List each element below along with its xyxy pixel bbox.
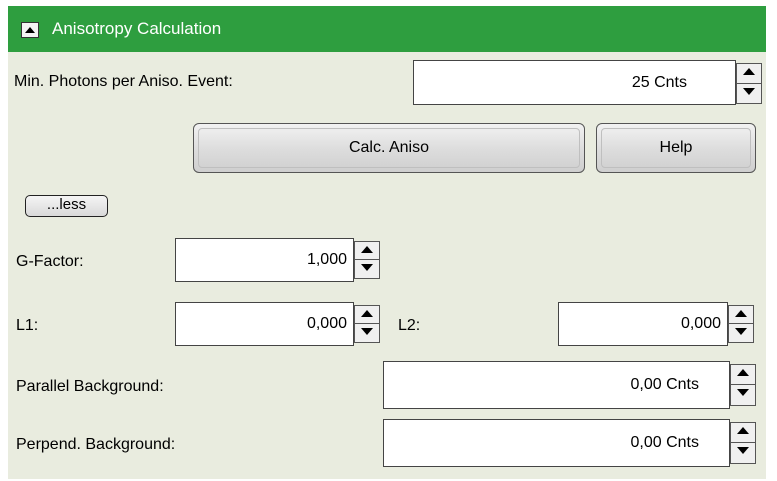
parallel-background-value: 0,00 Cnts [630,376,699,393]
min-photons-increment-icon[interactable] [737,64,761,84]
l1-increment-icon[interactable] [355,306,379,324]
help-button[interactable]: Help [596,123,756,173]
l2-increment-icon[interactable] [729,306,753,324]
g-factor-increment-icon[interactable] [355,242,379,260]
panel-title: Anisotropy Calculation [52,19,222,38]
parallel-background-increment-icon[interactable] [731,365,755,385]
min-photons-input[interactable]: 25 Cnts [413,60,736,105]
calc-aniso-label: Calc. Aniso [348,139,430,156]
g-factor-input[interactable]: 1,000 [175,238,354,282]
perpend-background-spinner [730,422,756,464]
less-button[interactable]: ...less [25,195,108,217]
g-factor-spinner [354,241,380,279]
perpend-background-decrement-icon[interactable] [731,443,755,463]
calc-aniso-button[interactable]: Calc. Aniso [193,123,585,173]
perpend-background-increment-icon[interactable] [731,423,755,443]
min-photons-decrement-icon[interactable] [737,84,761,104]
collapse-toggle-icon[interactable] [21,22,39,38]
perpend-background-input[interactable]: 0,00 Cnts [383,419,730,467]
g-factor-decrement-icon[interactable] [355,260,379,278]
perpend-background-label: Perpend. Background: [16,436,176,453]
perpend-background-value: 0,00 Cnts [630,434,699,451]
l1-label: L1: [16,317,39,334]
l1-input[interactable]: 0,000 [175,302,354,346]
anisotropy-panel: Anisotropy Calculation Min. Photons per … [8,6,766,479]
l2-input[interactable]: 0,000 [558,302,728,346]
l2-decrement-icon[interactable] [729,324,753,342]
help-label: Help [659,139,693,156]
l1-spinner [354,305,380,343]
l1-value: 0,000 [306,315,347,332]
g-factor-value: 1,000 [306,251,347,268]
g-factor-label: G-Factor: [16,253,84,270]
l2-label: L2: [398,317,421,334]
parallel-background-input[interactable]: 0,00 Cnts [383,361,730,409]
l1-decrement-icon[interactable] [355,324,379,342]
panel-header: Anisotropy Calculation [8,6,766,52]
parallel-background-label: Parallel Background: [16,378,164,395]
min-photons-spinner [736,63,762,104]
l2-spinner [728,305,754,343]
l2-value: 0,000 [680,315,721,332]
parallel-background-spinner [730,364,756,406]
parallel-background-decrement-icon[interactable] [731,385,755,405]
min-photons-value: 25 Cnts [631,73,687,91]
min-photons-label: Min. Photons per Aniso. Event: [14,73,233,90]
